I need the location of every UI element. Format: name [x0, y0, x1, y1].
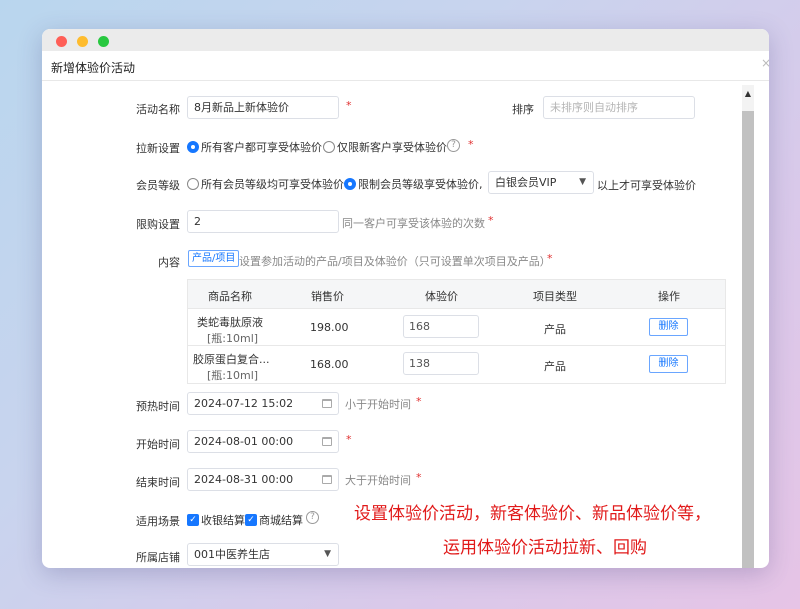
product-spec: [瓶:10ml]: [207, 369, 259, 382]
preheat-time-label: 预热时间: [136, 400, 180, 413]
product-name: 胶原蛋白复合...: [193, 353, 270, 366]
delete-button[interactable]: 删除: [649, 318, 688, 336]
dialog-close-icon[interactable]: ×: [761, 56, 769, 70]
sort-input[interactable]: 未排序则自动排序: [543, 96, 695, 119]
end-time-label: 结束时间: [136, 476, 180, 489]
content-hint: 设置参加活动的产品/项目及体验价（只可设置单次项目及产品）: [239, 255, 551, 268]
scroll-up-arrow-icon[interactable]: ▲: [742, 89, 754, 98]
promo-caption-line-2: 运用体验价活动拉新、回购: [443, 538, 647, 558]
required-mark: *: [547, 252, 553, 265]
required-mark: *: [468, 138, 474, 151]
close-window-button[interactable]: [56, 36, 67, 47]
required-mark: *: [346, 99, 352, 112]
radio-unchecked-icon: [187, 178, 199, 190]
chevron-down-icon: ▼: [579, 177, 586, 187]
content-label: 内容: [158, 256, 180, 269]
delete-button[interactable]: 删除: [649, 355, 688, 373]
radio-checked-icon: [187, 141, 199, 153]
product-type: 产品: [544, 323, 566, 336]
radio-checked-icon: [344, 178, 356, 190]
product-name: 类蛇毒肽原液: [197, 316, 263, 329]
promo-caption-line-1: 设置体验价活动，新客体验价、新品体验价等，: [354, 504, 711, 524]
radio-all-customers[interactable]: 所有客户都可享受体验价: [187, 139, 322, 155]
required-mark: *: [346, 433, 352, 446]
radio-new-customers-only[interactable]: 仅限新客户享受体验价: [323, 139, 447, 155]
checkbox-mall-settlement[interactable]: ✓ 商城结算: [245, 512, 303, 528]
dialog-header: 新增体验价活动 ×: [42, 51, 769, 81]
store-select[interactable]: 001中医养生店 ▼: [187, 543, 339, 566]
limit-input[interactable]: 2: [187, 210, 339, 233]
product-type: 产品: [544, 360, 566, 373]
radio-unchecked-icon: [323, 141, 335, 153]
checkbox-checked-icon: ✓: [187, 514, 199, 526]
required-mark: *: [416, 395, 422, 408]
activity-name-label: 活动名称: [136, 103, 180, 116]
checkbox-label: 收银结算: [201, 514, 245, 527]
pull-new-label: 拉新设置: [136, 142, 180, 155]
checkbox-cashier-settlement[interactable]: ✓ 收银结算: [187, 512, 245, 528]
preheat-time-input[interactable]: 2024-07-12 15:02: [187, 392, 339, 415]
table-row: 胶原蛋白复合... [瓶:10ml] 168.00 138 产品 删除: [188, 346, 725, 383]
column-header: 商品名称: [208, 290, 252, 303]
product-table: 商品名称 销售价 体验价 项目类型 操作 类蛇毒肽原液 [瓶:10ml] 198…: [187, 279, 726, 384]
product-spec: [瓶:10ml]: [207, 332, 259, 345]
store-value: 001中医养生店: [194, 548, 270, 561]
product-project-button[interactable]: 产品/项目: [188, 250, 240, 267]
member-level-suffix: 以上才可享受体验价: [597, 179, 696, 192]
maximize-window-button[interactable]: [98, 36, 109, 47]
start-time-value: 2024-08-01 00:00: [194, 435, 294, 448]
end-time-value: 2024-08-31 00:00: [194, 473, 294, 486]
checkbox-checked-icon: ✓: [245, 514, 257, 526]
start-time-label: 开始时间: [136, 438, 180, 451]
column-header: 项目类型: [533, 290, 577, 303]
minimize-window-button[interactable]: [77, 36, 88, 47]
help-icon[interactable]: ?: [306, 511, 319, 524]
experience-price-input[interactable]: 168: [403, 315, 479, 338]
sort-label: 排序: [512, 103, 534, 116]
store-label: 所属店铺: [136, 551, 180, 564]
end-time-input[interactable]: 2024-08-31 00:00: [187, 468, 339, 491]
checkbox-label: 商城结算: [259, 514, 303, 527]
activity-name-input[interactable]: 8月新品上新体验价: [187, 96, 339, 119]
scene-label: 适用场景: [136, 515, 180, 528]
window-titlebar: [42, 29, 769, 51]
member-level-select[interactable]: 白银会员VIP ▼: [488, 171, 594, 194]
dialog-title: 新增体验价活动: [51, 61, 136, 75]
product-price: 198.00: [310, 321, 349, 334]
column-header: 销售价: [311, 290, 344, 303]
radio-label: 限制会员等级享受体验价,: [358, 178, 483, 191]
product-price: 168.00: [310, 358, 349, 371]
radio-label: 仅限新客户享受体验价: [337, 141, 447, 154]
preheat-time-hint: 小于开始时间: [345, 398, 411, 411]
scroll-thumb[interactable]: [742, 111, 754, 568]
start-time-input[interactable]: 2024-08-01 00:00: [187, 430, 339, 453]
chevron-down-icon: ▼: [324, 549, 331, 559]
table-row: 类蛇毒肽原液 [瓶:10ml] 198.00 168 产品 删除: [188, 309, 725, 346]
dialog-window: 新增体验价活动 × ▲ 活动名称 8月新品上新体验价 * 排序 未排序则自动排序…: [42, 29, 769, 568]
column-header: 操作: [658, 290, 680, 303]
calendar-icon: [322, 399, 332, 408]
required-mark: *: [416, 471, 422, 484]
limit-label: 限购设置: [136, 218, 180, 231]
radio-limit-member-levels[interactable]: 限制会员等级享受体验价,: [344, 176, 483, 192]
experience-price-input[interactable]: 138: [403, 352, 479, 375]
vertical-scrollbar[interactable]: ▲: [742, 85, 754, 568]
help-icon[interactable]: ?: [447, 139, 460, 152]
radio-label: 所有会员等级均可享受体验价: [201, 178, 344, 191]
preheat-time-value: 2024-07-12 15:02: [194, 397, 294, 410]
table-header: 商品名称 销售价 体验价 项目类型 操作: [188, 280, 725, 309]
radio-all-member-levels[interactable]: 所有会员等级均可享受体验价: [187, 176, 344, 192]
calendar-icon: [322, 475, 332, 484]
member-level-label: 会员等级: [136, 179, 180, 192]
end-time-hint: 大于开始时间: [345, 474, 411, 487]
limit-hint: 同一客户可享受该体验的次数: [342, 217, 485, 230]
calendar-icon: [322, 437, 332, 446]
radio-label: 所有客户都可享受体验价: [201, 141, 322, 154]
required-mark: *: [488, 214, 494, 227]
column-header: 体验价: [425, 290, 458, 303]
member-level-value: 白银会员VIP: [495, 176, 557, 189]
